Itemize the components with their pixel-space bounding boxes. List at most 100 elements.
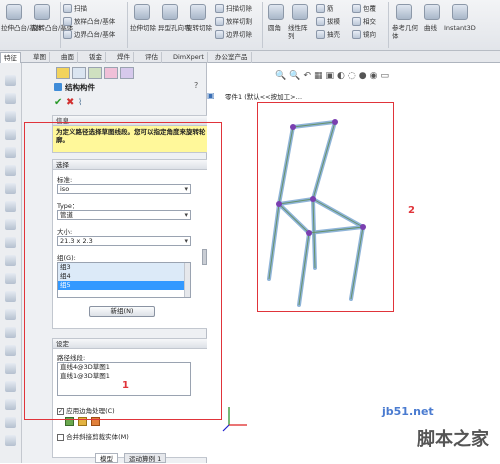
- zoom-fit-icon[interactable]: 🔍: [275, 71, 289, 81]
- loft-cut-button[interactable]: 放样切割: [215, 17, 252, 26]
- intersect-label: 相交: [363, 17, 376, 26]
- linear-pattern-button[interactable]: 线性阵列: [288, 24, 312, 40]
- command-manager-toolbar: 拉伸凸台/基体 旋转凸台/基体 扫描 放样凸台/基体 边界凸台/基体 拉伸切除 …: [0, 0, 500, 51]
- sweep-icon: [63, 4, 72, 13]
- merge-miter-checkbox[interactable]: 合并斜接剪裁实体(M): [57, 431, 129, 441]
- tool-icon-21[interactable]: [5, 435, 16, 446]
- configuration-manager-icon[interactable]: [5, 111, 16, 122]
- dim-xpert-icon[interactable]: [5, 129, 16, 140]
- heads-up-view-toolbar[interactable]: 🔍🔍↶▦▣◐◌●◉▭: [275, 71, 392, 81]
- display-tab-icon[interactable]: [120, 67, 134, 79]
- rib-label: 筋: [327, 4, 334, 13]
- extrude-cut-button[interactable]: 拉伸切除: [130, 24, 156, 32]
- tab-motion-study[interactable]: 运动算例 1: [124, 453, 167, 463]
- wrap-label: 包覆: [363, 4, 376, 13]
- sweep-cut-label: 扫描切除: [226, 4, 252, 13]
- property-manager-icon[interactable]: [5, 93, 16, 104]
- tab-weldments[interactable]: 焊件: [114, 52, 134, 63]
- shell-button[interactable]: 抽壳: [316, 30, 340, 39]
- annotation-box-1: [24, 122, 222, 420]
- help-question-icon[interactable]: ?: [194, 81, 198, 90]
- draft-button[interactable]: 拔模: [316, 17, 340, 26]
- tab-features[interactable]: 特征: [0, 52, 21, 63]
- coordinate-triad-icon: [222, 407, 247, 432]
- boundary-cut-label: 边界切除: [226, 30, 252, 39]
- tab-office-products[interactable]: 办公室产品: [212, 52, 252, 63]
- checkbox-unchecked-icon[interactable]: [57, 433, 64, 441]
- feature-title: 结构构件: [65, 83, 95, 92]
- tool-icon-6[interactable]: [5, 165, 16, 176]
- extrude-cut-icon[interactable]: [134, 4, 150, 20]
- previous-view-icon[interactable]: ↶: [303, 71, 314, 81]
- curves-icon[interactable]: [424, 4, 440, 20]
- tool-icon-11[interactable]: [5, 255, 16, 266]
- tool-icon-9[interactable]: [5, 219, 16, 230]
- mirror-icon: [352, 30, 361, 39]
- tool-icon-10[interactable]: [5, 237, 16, 248]
- extrude-boss-icon[interactable]: [6, 4, 22, 20]
- pushpin-icon[interactable]: ⌇: [78, 98, 82, 108]
- tool-icon-19[interactable]: [5, 399, 16, 410]
- tool-icon-14[interactable]: [5, 309, 16, 320]
- hole-wizard-icon[interactable]: [162, 4, 178, 20]
- mirror-button[interactable]: 镜向: [352, 30, 376, 39]
- tool-icon-13[interactable]: [5, 291, 16, 302]
- loft-label: 放样凸台/基体: [74, 17, 116, 26]
- feature-manager-tab-icon[interactable]: [56, 67, 70, 79]
- tool-icon-12[interactable]: [5, 273, 16, 284]
- feature-tree-icon[interactable]: [5, 75, 16, 86]
- dimxpert-tab-icon[interactable]: [104, 67, 118, 79]
- cancel-x-icon[interactable]: ✖: [66, 97, 74, 108]
- scene-icon[interactable]: ◉: [370, 71, 381, 81]
- intersect-icon: [352, 17, 361, 26]
- instant3d-button[interactable]: Instant3D: [444, 24, 476, 32]
- mirror-label: 镜向: [363, 30, 376, 39]
- appearance-icon[interactable]: ●: [359, 71, 370, 81]
- fillet-icon[interactable]: [268, 4, 284, 20]
- sweep-cut-button[interactable]: 扫描切除: [215, 4, 252, 13]
- fillet-button[interactable]: 圆角: [268, 24, 281, 32]
- tool-icon-17[interactable]: [5, 363, 16, 374]
- boundary-cut-button[interactable]: 边界切除: [215, 30, 252, 39]
- tool-icon-8[interactable]: [5, 201, 16, 212]
- intersect-button[interactable]: 相交: [352, 17, 376, 26]
- boundary-boss-button[interactable]: 边界凸台/基体: [63, 30, 115, 39]
- sweep-button[interactable]: 扫描: [63, 4, 87, 13]
- annotation-label-2: 2: [408, 205, 415, 216]
- display-style-icon[interactable]: ◐: [337, 71, 348, 81]
- tool-icon-18[interactable]: [5, 381, 16, 392]
- view-orientation-icon[interactable]: ▣: [326, 71, 338, 81]
- property-tab-icon[interactable]: [72, 67, 86, 79]
- revolve-cut-button[interactable]: 旋转切除: [186, 24, 212, 32]
- tool-icon-20[interactable]: [5, 417, 16, 428]
- tab-model[interactable]: 模型: [95, 453, 118, 463]
- revolve-cut-icon[interactable]: [190, 4, 206, 20]
- tool-icon-15[interactable]: [5, 327, 16, 338]
- hide-show-icon[interactable]: ◌: [348, 71, 359, 81]
- rib-button[interactable]: 筋: [316, 4, 334, 13]
- tab-dimxpert[interactable]: DimXpert: [170, 52, 208, 63]
- loft-boss-button[interactable]: 放样凸台/基体: [63, 17, 115, 26]
- left-icon-strip: [0, 63, 22, 463]
- display-manager-icon[interactable]: [5, 147, 16, 158]
- tool-icon-7[interactable]: [5, 183, 16, 194]
- config-tab-icon[interactable]: [88, 67, 102, 79]
- reference-geometry-icon[interactable]: [396, 4, 412, 20]
- feature-tree-part-label[interactable]: 零件1 (默认<<按加工>…: [225, 91, 302, 101]
- tab-sketch[interactable]: 草图: [30, 52, 50, 63]
- tool-icon-16[interactable]: [5, 345, 16, 356]
- tab-sheet-metal[interactable]: 钣金: [86, 52, 106, 63]
- view-settings-icon[interactable]: ▭: [380, 71, 392, 81]
- reference-geometry-button[interactable]: 参考几何体: [392, 24, 420, 40]
- curves-button[interactable]: 曲线: [424, 24, 437, 32]
- tab-surfaces[interactable]: 曲面: [58, 52, 78, 63]
- revolve-boss-icon[interactable]: [34, 4, 50, 20]
- ok-checkmark-icon[interactable]: ✔: [54, 97, 62, 108]
- tab-evaluate[interactable]: 评估: [142, 52, 162, 63]
- part-icon: ▣: [207, 91, 215, 100]
- section-view-icon[interactable]: ▦: [314, 71, 326, 81]
- linear-pattern-icon[interactable]: [292, 4, 308, 20]
- zoom-area-icon[interactable]: 🔍: [289, 71, 303, 81]
- wrap-button[interactable]: 包覆: [352, 4, 376, 13]
- instant3d-icon[interactable]: [452, 4, 468, 20]
